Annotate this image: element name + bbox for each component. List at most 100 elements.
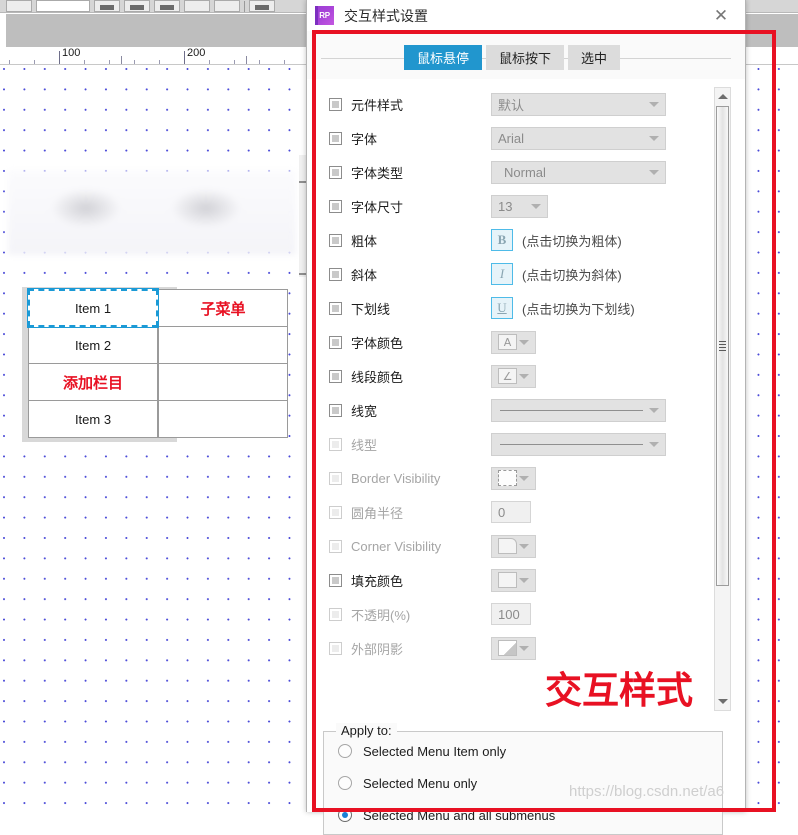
radio-selected-menu-and-all-submenus[interactable] — [338, 808, 352, 822]
checkbox-fill-color[interactable] — [329, 573, 342, 587]
ruler-label: 200 — [187, 47, 206, 59]
close-icon[interactable]: ✕ — [711, 7, 731, 25]
submenu-item-3[interactable] — [158, 363, 288, 401]
menu-item-3[interactable]: 添加栏目 — [28, 363, 158, 401]
dialog-title: 交互样式设置 — [344, 7, 428, 24]
scrollbar-thumb[interactable] — [716, 106, 729, 586]
underline-toggle-button[interactable]: U — [491, 297, 513, 319]
checkbox-font-size[interactable] — [329, 199, 342, 213]
toolbar-button[interactable] — [124, 0, 150, 12]
row-underline: 下划线 U (点击切换为下划线) — [321, 291, 711, 325]
fill-color-picker[interactable] — [491, 568, 536, 592]
checkbox-font[interactable] — [329, 131, 342, 145]
toolbar-color-field[interactable] — [36, 0, 90, 12]
border-visibility-picker[interactable] — [491, 466, 536, 490]
ruler-tick — [59, 51, 60, 64]
toolbar-button[interactable] — [249, 0, 275, 12]
form-scrollbar[interactable] — [714, 87, 731, 711]
row-corner-visibility: Corner Visibility — [321, 529, 711, 563]
checkbox-underline[interactable] — [329, 301, 342, 315]
row-line-type: 线型 — [321, 427, 711, 461]
menu-column-primary: Item 1 Item 2 添加栏目 Item 3 — [27, 288, 159, 438]
menu-item-1[interactable]: Item 1 — [27, 288, 159, 328]
select-value: Normal — [504, 164, 546, 180]
apply-to-legend: Apply to: — [336, 723, 397, 738]
checkbox-line-color[interactable] — [329, 369, 342, 383]
outer-shadow-picker[interactable] — [491, 636, 536, 660]
toolbar-button[interactable] — [6, 0, 32, 12]
toolbar-button[interactable] — [184, 0, 210, 12]
watermark-text: https://blog.csdn.net/a6 — [569, 783, 725, 800]
radio-row-menu-and-submenus[interactable]: Selected Menu and all submenus — [324, 802, 722, 828]
style-form-list: 元件样式 默认 字体 Arial 字体类型 Normal 字体尺寸 13 粗体 … — [321, 87, 711, 711]
select-value: Arial — [498, 130, 525, 146]
menu-item-label: Item 2 — [74, 337, 112, 353]
ruler-tick — [184, 51, 185, 64]
canvas-scrollbar[interactable] — [299, 155, 306, 277]
label-bold: 粗体 — [351, 233, 378, 249]
checkbox-widget-style[interactable] — [329, 97, 342, 111]
toolbar-button[interactable] — [94, 0, 120, 12]
input-corner-radius[interactable]: 0 — [491, 501, 531, 523]
label-corner-visibility: Corner Visibility — [351, 538, 442, 554]
bold-toggle-button[interactable]: B — [491, 229, 513, 251]
row-bold: 粗体 B (点击切换为粗体) — [321, 223, 711, 257]
toolbar-button[interactable] — [154, 0, 180, 12]
submenu-item-4[interactable] — [158, 400, 288, 438]
scroll-up-icon[interactable] — [715, 88, 730, 105]
style-form-scroll-area: 元件样式 默认 字体 Arial 字体类型 Normal 字体尺寸 13 粗体 … — [321, 87, 731, 711]
tab-selected[interactable]: 选中 — [568, 45, 621, 70]
menu-item-4[interactable]: Item 3 — [28, 400, 158, 438]
checkbox-corner-visibility[interactable] — [329, 539, 342, 553]
submenu-item-2[interactable] — [158, 326, 288, 364]
line-preview — [500, 410, 643, 411]
checkbox-line-width[interactable] — [329, 403, 342, 417]
label-opacity: 不透明(%) — [351, 607, 411, 623]
checkbox-font-style[interactable] — [329, 165, 342, 179]
chevron-down-icon — [519, 340, 529, 345]
tab-mouse-hover[interactable]: 鼠标悬停 — [404, 45, 483, 70]
checkbox-opacity[interactable] — [329, 607, 342, 621]
label-font-color: 字体颜色 — [351, 335, 404, 351]
select-value: 默认 — [498, 97, 525, 113]
editor-panel-edge — [0, 14, 6, 47]
radio-row-item-only[interactable]: Selected Menu Item only — [324, 738, 722, 764]
ruler-tick — [121, 56, 122, 64]
select-font-style[interactable]: Normal — [491, 160, 666, 184]
select-line-type[interactable] — [491, 432, 666, 456]
row-font-size: 字体尺寸 13 — [321, 189, 711, 223]
label-corner-radius: 圆角半径 — [351, 505, 404, 521]
select-font[interactable]: Arial — [491, 126, 666, 150]
label-widget-style: 元件样式 — [351, 97, 404, 113]
checkbox-font-color[interactable] — [329, 335, 342, 349]
checkbox-outer-shadow[interactable] — [329, 641, 342, 655]
checkbox-bold[interactable] — [329, 233, 342, 247]
label-italic: 斜体 — [351, 267, 378, 283]
label-line-width: 线宽 — [351, 403, 378, 419]
radio-selected-menu-only[interactable] — [338, 776, 352, 790]
label-font-size: 字体尺寸 — [351, 199, 404, 215]
input-opacity[interactable]: 100 — [491, 603, 531, 625]
select-widget-style[interactable]: 默认 — [491, 92, 666, 116]
add-item-annotation: 添加栏目 — [62, 374, 123, 392]
line-color-picker[interactable]: ∠ — [491, 364, 536, 388]
submenu-item-1[interactable]: 子菜单 — [158, 289, 288, 327]
toolbar-button[interactable] — [214, 0, 240, 12]
radio-selected-menu-item-only[interactable] — [338, 744, 352, 758]
corner-visibility-picker[interactable] — [491, 534, 536, 558]
checkbox-line-type[interactable] — [329, 437, 342, 451]
scroll-down-icon[interactable] — [715, 693, 730, 710]
font-color-picker[interactable]: A — [491, 330, 536, 354]
select-line-width[interactable] — [491, 398, 666, 422]
tab-mouse-down[interactable]: 鼠标按下 — [486, 45, 565, 70]
italic-toggle-button[interactable]: I — [491, 263, 513, 285]
ruler-tick — [246, 56, 247, 64]
row-opacity: 不透明(%) 100 — [321, 597, 711, 631]
chevron-down-icon — [649, 170, 659, 175]
menu-item-2[interactable]: Item 2 — [28, 326, 158, 364]
checkbox-italic[interactable] — [329, 267, 342, 281]
row-font-style: 字体类型 Normal — [321, 155, 711, 189]
checkbox-border-visibility[interactable] — [329, 471, 342, 485]
select-font-size[interactable]: 13 — [491, 194, 548, 218]
checkbox-corner-radius[interactable] — [329, 505, 342, 519]
